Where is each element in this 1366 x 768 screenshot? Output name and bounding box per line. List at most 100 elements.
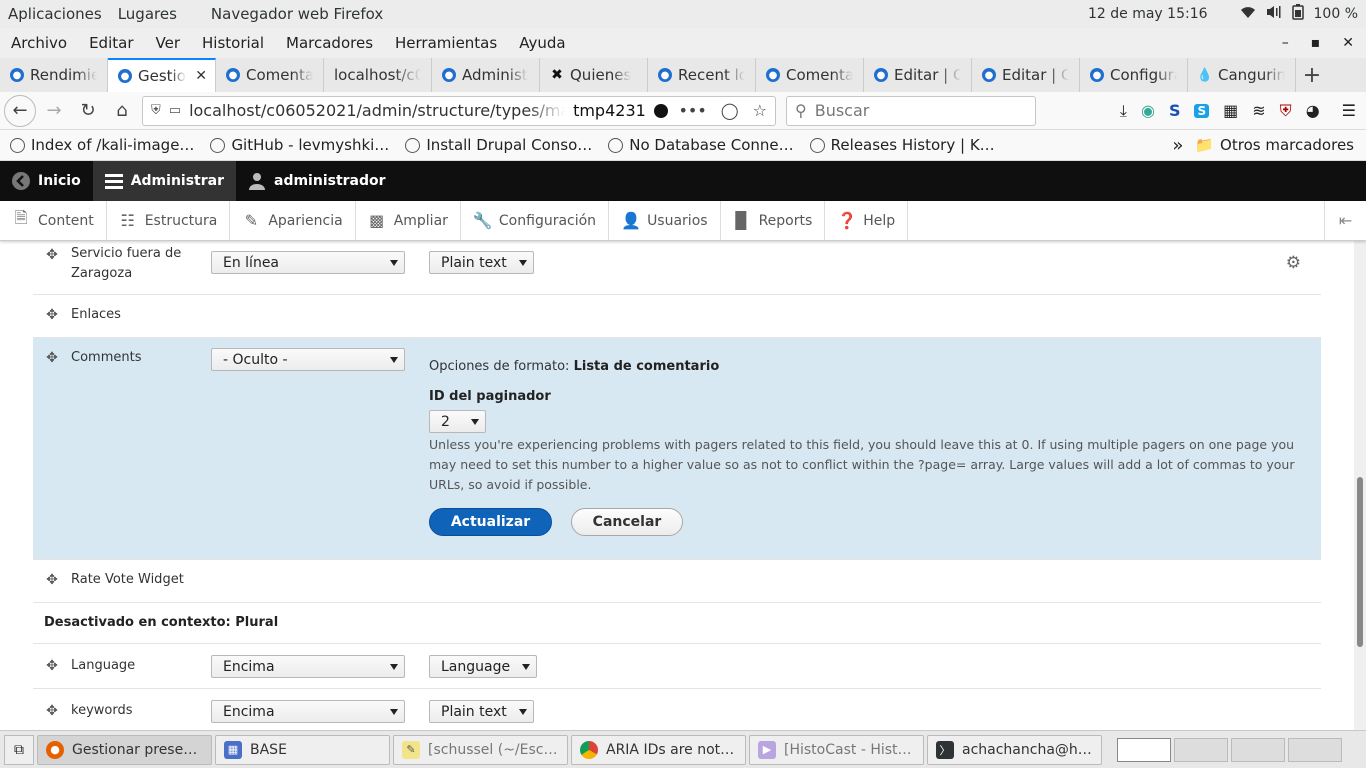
page-scrollbar[interactable] bbox=[1354, 241, 1366, 730]
tray-extend[interactable]: ▩ Ampliar bbox=[356, 201, 461, 240]
tab-editar-2[interactable]: ● Editar | C bbox=[972, 58, 1080, 92]
workspace-2[interactable] bbox=[1174, 737, 1228, 762]
tab-comentarios[interactable]: ● Comenta bbox=[216, 58, 324, 92]
tray-appearance[interactable]: ✎ Apariencia bbox=[230, 201, 356, 240]
url-text[interactable]: localhost/c06052021/admin/structure/type… bbox=[189, 101, 565, 120]
toolbar-manage[interactable]: Administrar bbox=[92, 161, 236, 201]
bookmark-star-icon[interactable]: ☆ bbox=[753, 101, 767, 120]
pager-id-select[interactable]: 2 bbox=[429, 410, 486, 433]
back-button[interactable]: ← bbox=[4, 94, 36, 127]
drag-handle-icon[interactable]: ✥ bbox=[44, 572, 60, 588]
extension-grid-icon[interactable]: ▦ bbox=[1223, 101, 1238, 120]
new-tab-button[interactable]: + bbox=[1296, 58, 1328, 92]
wifi-icon[interactable] bbox=[1240, 5, 1256, 23]
tray-help[interactable]: ❓ Help bbox=[825, 201, 909, 240]
home-button[interactable]: ⌂ bbox=[106, 95, 138, 127]
battery-icon[interactable] bbox=[1291, 4, 1304, 24]
applications-menu[interactable]: Aplicaciones bbox=[0, 5, 110, 23]
search-box[interactable]: ⚲ Buscar bbox=[786, 95, 1036, 126]
extension-green-icon[interactable]: ◉ bbox=[1141, 101, 1155, 120]
taskbar-histocast[interactable]: ▶ [HistoCast - Histo… bbox=[749, 734, 924, 765]
tab-recent-log[interactable]: ● Recent lo bbox=[648, 58, 756, 92]
drag-handle-icon[interactable]: ✥ bbox=[44, 703, 60, 719]
taskbar-terminal[interactable]: 〉 achachancha@hh… bbox=[927, 734, 1102, 765]
bookmark-item[interactable]: Index of /kali-image… bbox=[0, 136, 200, 154]
workspace-3[interactable] bbox=[1231, 737, 1285, 762]
active-app-name[interactable]: Navegador web Firefox bbox=[203, 5, 391, 23]
drag-handle-icon[interactable]: ✥ bbox=[44, 658, 60, 674]
tab-quienes[interactable]: ✖ Quienes bbox=[540, 58, 648, 92]
tab-gestionar[interactable]: ● Gestio ✕ bbox=[108, 58, 216, 92]
bookmark-item[interactable]: No Database Conne… bbox=[598, 136, 799, 154]
taskbar-chrome[interactable]: ARIA IDs are not u… bbox=[571, 734, 746, 765]
format-select[interactable]: Plain text bbox=[429, 700, 534, 723]
tray-orientation-toggle-icon[interactable]: ⇤ bbox=[1324, 201, 1366, 240]
taskbar-editor[interactable]: ✎ [schussel (~/Escri… bbox=[393, 734, 568, 765]
label-select[interactable]: Encima bbox=[211, 655, 405, 678]
update-button[interactable]: Actualizar bbox=[429, 508, 552, 536]
menu-editar[interactable]: Editar bbox=[78, 34, 144, 52]
menu-archivo[interactable]: Archivo bbox=[0, 34, 78, 52]
reload-button[interactable]: ↻ bbox=[72, 95, 104, 127]
pocket-icon[interactable]: ◯ bbox=[721, 101, 739, 120]
close-tab-icon[interactable]: ✕ bbox=[195, 68, 207, 84]
bookmark-item[interactable]: Install Drupal Conso… bbox=[395, 136, 598, 154]
cancel-button[interactable]: Cancelar bbox=[571, 508, 683, 536]
label-select[interactable]: - Oculto - bbox=[211, 348, 405, 371]
extension-skype-icon[interactable]: S bbox=[1194, 103, 1210, 118]
tray-content[interactable]: 🗎 Content bbox=[0, 201, 107, 240]
close-window-icon[interactable]: ✕ bbox=[1342, 35, 1354, 51]
ublock-icon[interactable]: ⛨ bbox=[1280, 101, 1292, 121]
menu-historial[interactable]: Historial bbox=[191, 34, 275, 52]
page-info-icon[interactable]: ▭ bbox=[169, 103, 181, 118]
tab-configuracion[interactable]: ● Configura bbox=[1080, 58, 1188, 92]
places-menu[interactable]: Lugares bbox=[110, 5, 185, 23]
chevron-more-icon[interactable]: » bbox=[1172, 135, 1183, 156]
extension-wappalyzer-icon[interactable]: ≋ bbox=[1252, 101, 1265, 120]
volume-icon[interactable] bbox=[1266, 5, 1282, 23]
show-desktop-icon[interactable]: ⧉ bbox=[4, 734, 34, 765]
format-select[interactable]: Plain text bbox=[429, 251, 534, 274]
taskbar-base[interactable]: ▦ BASE bbox=[215, 734, 390, 765]
drag-handle-icon[interactable]: ✥ bbox=[44, 307, 60, 323]
menu-ayuda[interactable]: Ayuda bbox=[508, 34, 576, 52]
extension-s-icon[interactable]: S bbox=[1169, 101, 1181, 120]
gear-icon[interactable]: ⚙ bbox=[1286, 253, 1301, 273]
label-select[interactable]: Encima bbox=[211, 700, 405, 723]
minimize-icon[interactable]: – bbox=[1282, 35, 1289, 51]
tab-comentarios-2[interactable]: ● Comenta bbox=[756, 58, 864, 92]
menu-ver[interactable]: Ver bbox=[145, 34, 192, 52]
downloads-icon[interactable]: ⤓ bbox=[1120, 101, 1127, 121]
tab-rendimiento[interactable]: ● Rendimie bbox=[0, 58, 108, 92]
tray-people[interactable]: 👤 Usuarios bbox=[609, 201, 721, 240]
workspace-1[interactable] bbox=[1117, 737, 1171, 762]
scrollbar-thumb[interactable] bbox=[1357, 477, 1363, 647]
format-select[interactable]: Language bbox=[429, 655, 537, 678]
menu-herramientas[interactable]: Herramientas bbox=[384, 34, 508, 52]
tray-structure[interactable]: ☷ Estructura bbox=[107, 201, 231, 240]
tray-reports[interactable]: ▉ Reports bbox=[721, 201, 826, 240]
tab-cangurin[interactable]: 💧 Cangurin bbox=[1188, 58, 1296, 92]
hamburger-menu-icon[interactable]: ☰ bbox=[1342, 101, 1356, 120]
tab-editar-1[interactable]: ● Editar | C bbox=[864, 58, 972, 92]
taskbar-firefox[interactable]: ● Gestionar present… bbox=[37, 734, 212, 765]
label-select[interactable]: En línea bbox=[211, 251, 405, 274]
tab-administrar[interactable]: ● Administ bbox=[432, 58, 540, 92]
shield-icon[interactable]: ⛨ bbox=[151, 103, 161, 118]
url-bar[interactable]: ⛨ ▭ localhost/c06052021/admin/structure/… bbox=[142, 95, 776, 126]
tray-configuration[interactable]: 🔧 Configuración bbox=[461, 201, 610, 240]
workspace-4[interactable] bbox=[1288, 737, 1342, 762]
bookmark-item[interactable]: Releases History | K… bbox=[800, 136, 1001, 154]
toolbar-user[interactable]: administrador bbox=[236, 161, 398, 201]
forward-button[interactable]: → bbox=[38, 95, 70, 127]
menu-marcadores[interactable]: Marcadores bbox=[275, 34, 384, 52]
clock[interactable]: 12 de may 15:16 bbox=[1088, 6, 1208, 22]
extension-globe-icon[interactable]: ◕ bbox=[1306, 101, 1320, 120]
drag-handle-icon[interactable]: ✥ bbox=[44, 350, 60, 366]
maximize-icon[interactable]: ▪ bbox=[1311, 35, 1321, 51]
other-bookmarks[interactable]: 📁 Otros marcadores bbox=[1195, 136, 1354, 154]
bookmark-item[interactable]: GitHub - levmyshki… bbox=[200, 136, 395, 154]
tab-localhost[interactable]: localhost/c0 bbox=[324, 58, 432, 92]
more-actions-icon[interactable]: ••• bbox=[678, 101, 706, 120]
drag-handle-icon[interactable]: ✥ bbox=[44, 247, 60, 263]
